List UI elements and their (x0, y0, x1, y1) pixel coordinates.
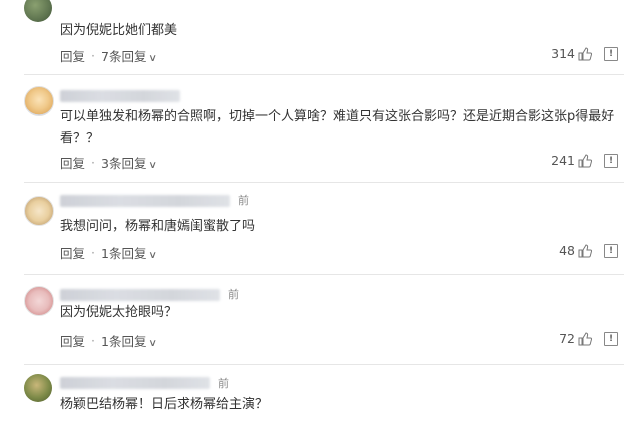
comment-item: 前 因为倪妮太抢眼吗？ 回复 · 1条回复 ∨ 72 ! (0, 276, 640, 362)
comment-text: 杨颖巴结杨幂！日后求杨幂给主演？ (60, 397, 269, 412)
like-count: 241 (551, 153, 575, 168)
comment-text: 可以单独发和杨幂的合照啊，切掉一个人算啥？难道只有这张合影吗？还是近期合影这张p… (60, 109, 615, 146)
replies-count: 3条回复 (101, 156, 147, 171)
reply-button[interactable]: 回复 (60, 46, 85, 65)
chevron-down-icon: ∨ (148, 338, 158, 349)
like-button[interactable]: 314 (551, 46, 592, 61)
thumbs-up-icon (578, 153, 592, 167)
chevron-down-icon: ∨ (148, 53, 158, 64)
separator: · (91, 155, 95, 170)
timestamp-fragment: 前 (228, 288, 239, 301)
separator: · (91, 245, 95, 260)
reply-button[interactable]: 回复 (60, 331, 85, 350)
like-button[interactable]: 48 (559, 243, 592, 258)
timestamp-fragment: 前 (218, 377, 229, 390)
username-blurred (60, 289, 220, 301)
reply-button[interactable]: 回复 (60, 243, 85, 262)
comment-text: 因为倪妮比她们都美 (60, 23, 178, 38)
comment-actions: 回复 · 3条回复 ∨ (60, 153, 158, 172)
comment-item: 前 我想问问，杨幂和唐嫣闺蜜散了吗 回复 · 1条回复 ∨ 48 ! (0, 184, 640, 272)
username-blurred (60, 90, 180, 102)
like-button[interactable]: 72 (559, 331, 592, 346)
report-icon[interactable]: ! (604, 332, 618, 346)
like-button[interactable]: 241 (551, 153, 592, 168)
replies-count: 1条回复 (101, 246, 147, 261)
chevron-down-icon: ∨ (148, 160, 158, 171)
divider (24, 74, 624, 75)
avatar[interactable] (24, 86, 54, 116)
comment-item: 因为倪妮比她们都美 回复 · 7条回复 ∨ 314 ! (0, 0, 640, 70)
comment-text: 因为倪妮太抢眼吗？ (60, 305, 178, 320)
thumbs-up-icon (578, 46, 592, 60)
comment-feed: 因为倪妮比她们都美 回复 · 7条回复 ∨ 314 ! 可以单独发和杨幂的合照啊，… (0, 0, 640, 422)
separator: · (91, 48, 95, 63)
separator: · (91, 333, 95, 348)
chevron-down-icon: ∨ (148, 250, 158, 261)
username-blurred (60, 377, 210, 389)
timestamp-fragment: 前 (238, 194, 249, 207)
divider (24, 182, 624, 183)
avatar[interactable] (24, 196, 54, 226)
username-blurred (60, 195, 230, 207)
comment-item: 前 杨颖巴结杨幂！日后求杨幂给主演？ (0, 366, 640, 422)
replies-count: 7条回复 (101, 49, 147, 64)
comment-actions: 回复 · 1条回复 ∨ (60, 243, 158, 262)
comment-actions: 回复 · 7条回复 ∨ (60, 46, 158, 65)
like-count: 72 (559, 331, 575, 346)
report-icon[interactable]: ! (604, 154, 618, 168)
report-icon[interactable]: ! (604, 244, 618, 258)
avatar[interactable] (24, 374, 52, 402)
avatar[interactable] (24, 0, 52, 22)
view-replies-button[interactable]: 3条回复 ∨ (101, 153, 158, 172)
view-replies-button[interactable]: 1条回复 ∨ (101, 243, 158, 262)
divider (24, 364, 624, 365)
comment-actions: 回复 · 1条回复 ∨ (60, 331, 158, 350)
thumbs-up-icon (578, 243, 592, 257)
comment-text: 我想问问，杨幂和唐嫣闺蜜散了吗 (60, 219, 256, 234)
report-icon[interactable]: ! (604, 47, 618, 61)
replies-count: 1条回复 (101, 334, 147, 349)
like-count: 48 (559, 243, 575, 258)
divider (24, 274, 624, 275)
like-count: 314 (551, 46, 575, 61)
view-replies-button[interactable]: 1条回复 ∨ (101, 331, 158, 350)
avatar[interactable] (24, 286, 54, 316)
view-replies-button[interactable]: 7条回复 ∨ (101, 46, 158, 65)
reply-button[interactable]: 回复 (60, 153, 85, 172)
thumbs-up-icon (578, 331, 592, 345)
comment-item: 可以单独发和杨幂的合照啊，切掉一个人算啥？难道只有这张合影吗？还是近期合影这张p… (0, 76, 640, 180)
